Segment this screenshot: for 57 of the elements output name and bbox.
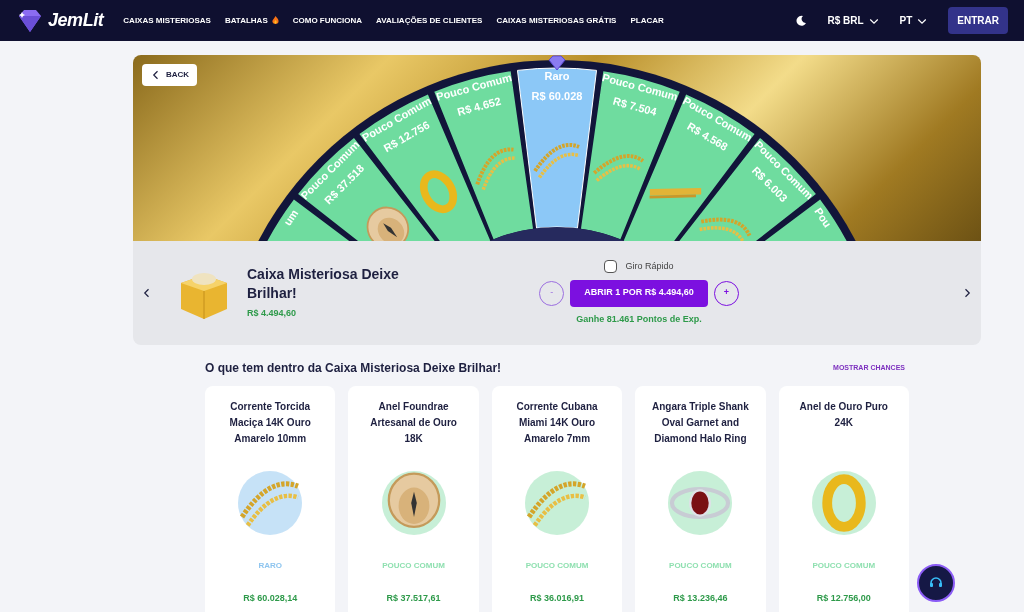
- product-name: Corrente Torcida Maciça 14K Ouro Amarelo 10mm: [228, 400, 312, 446]
- product-name: Anel de Ouro Puro 24K: [798, 400, 889, 430]
- logo-text[interactable]: JemLit: [48, 7, 104, 34]
- xp-reward-text: Ganhe 81.461 Pontos de Exp.: [576, 312, 702, 326]
- product-price: R$ 13.236,46: [673, 592, 728, 605]
- currency-selector[interactable]: R$ BRL: [827, 13, 880, 28]
- product-card[interactable]: Corrente Torcida Maciça 14K Ouro Amarelo 10mm RARO R$ 60.028,14: [205, 386, 336, 612]
- language-selector[interactable]: PT: [899, 13, 929, 28]
- nav-link[interactable]: PLACAR: [630, 14, 664, 27]
- ring-icon: [419, 170, 458, 214]
- product-price: R$ 37.517,61: [386, 592, 441, 605]
- nav-link[interactable]: CAIXAS MISTERIOSAS GRÁTIS: [496, 14, 617, 27]
- ring-icon: [822, 474, 866, 532]
- moon-icon[interactable]: [795, 14, 808, 27]
- rarity-label: POUCO COMUM: [812, 560, 876, 572]
- nav-link[interactable]: COMO FUNCIONA: [292, 14, 363, 27]
- chain-icon: [526, 481, 586, 527]
- contents-heading: O que tem dentro da Caixa Misteriosa Deixe Brilhar!: [205, 360, 502, 377]
- product-card[interactable]: Anel Foundrae Artesanal de Ouro 18K POUCO COMUM R$ 37.517,61: [348, 386, 479, 612]
- box-price: R$ 4.494,60: [247, 307, 298, 321]
- ring-icon: [387, 472, 440, 528]
- quick-spin-label: Giro Rápido: [625, 260, 674, 273]
- ring-icon: [670, 486, 731, 520]
- back-button[interactable]: BACK: [142, 64, 198, 86]
- nav-link[interactable]: AVALIAÇÕES DE CLIENTES: [376, 14, 483, 27]
- chain-icon: [475, 147, 516, 191]
- product-card[interactable]: Anel de Ouro Puro 24K POUCO COMUM R$ 12.756,00: [778, 386, 909, 612]
- product-price: R$ 60.028,14: [243, 592, 298, 605]
- rarity-label: POUCO COMUM: [525, 560, 589, 572]
- segment-rarity: um: [281, 207, 301, 228]
- rarity-label: POUCO COMUM: [382, 560, 445, 572]
- chain-icon: [240, 481, 299, 527]
- nav-link[interactable]: BATALHAS: [224, 14, 279, 27]
- quick-spin-checkbox[interactable]: [604, 260, 618, 274]
- rarity-label: POUCO COMUM: [669, 560, 732, 572]
- headset-icon: [929, 576, 943, 590]
- product-card[interactable]: Corrente Cubana Miami 14K Ouro Amarelo 7mm POUCO COMUM R$ 36.016,91: [491, 386, 623, 612]
- product-name: Corrente Cubana Miami 14K Ouro Amarelo 7mm: [515, 400, 599, 446]
- login-button[interactable]: ENTRAR: [948, 7, 1008, 34]
- segment-rarity: Raro: [544, 70, 570, 82]
- box-title: Caixa Misteriosa Deixe Brilhar!: [247, 265, 400, 304]
- product-name: Anel Foundrae Artesanal de Ouro 18K: [369, 400, 458, 446]
- chain-icon: [533, 143, 580, 179]
- chain-icon: [699, 217, 752, 241]
- segment-price: R$ 60.028: [531, 90, 583, 102]
- rarity-label: RARO: [258, 560, 282, 572]
- bracelet-icon: [649, 188, 702, 199]
- product-card[interactable]: Angara Triple Shank Oval Garnet and Diamond Halo Ring POUCO COMUM R$ 13.236,46: [635, 386, 766, 612]
- diamond-pointer-icon: [548, 55, 566, 71]
- product-name: Angara Triple Shank Oval Garnet and Diamond Halo Ring: [651, 400, 750, 446]
- nav-link[interactable]: CAIXAS MISTERIOSAS: [123, 14, 211, 27]
- product-price: R$ 36.016,91: [529, 592, 584, 605]
- support-chat-button[interactable]: [917, 564, 955, 602]
- open-box-button[interactable]: ABRIR 1 POR R$ 4.494,60: [570, 279, 708, 307]
- flame-icon: [271, 16, 279, 25]
- chain-icon: [592, 154, 645, 182]
- product-price: R$ 12.756,00: [816, 592, 871, 605]
